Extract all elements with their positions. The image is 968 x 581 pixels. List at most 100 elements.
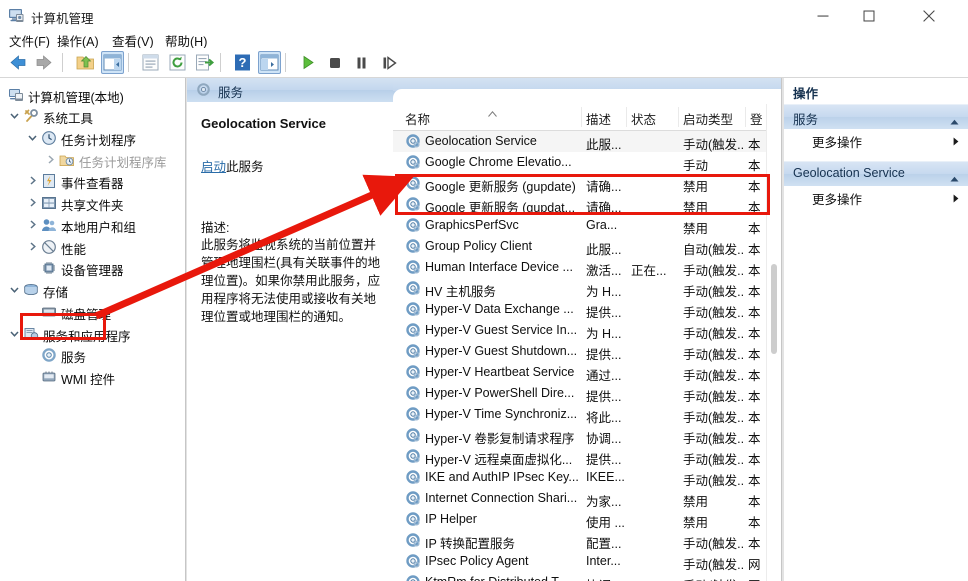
column-header-description[interactable]: 描述	[586, 109, 611, 128]
column-divider[interactable]	[626, 107, 627, 127]
services-rows[interactable]: Geolocation Service此服...手动(触发...本Google …	[393, 131, 781, 581]
show-action-pane-button[interactable]	[258, 51, 281, 74]
service-name-cell: KtmRm for Distributed T...	[425, 575, 589, 581]
chevron-down-icon[interactable]	[8, 283, 21, 296]
service-row[interactable]: IP 转换配置服务配置...手动(触发...本	[393, 530, 781, 551]
service-startup-type-cell: 手动(触发...	[683, 134, 745, 153]
service-row[interactable]: Hyper-V PowerShell Dire...提供...手动(触发...本	[393, 383, 781, 404]
folder-clock-icon	[59, 152, 75, 168]
shared-folder-icon	[41, 195, 57, 211]
service-row[interactable]: IPsec Policy AgentInter...手动(触发...网	[393, 551, 781, 572]
tree-label: 磁盘管理	[61, 304, 111, 323]
chevron-right-icon[interactable]	[26, 196, 39, 209]
maximize-button[interactable]	[846, 0, 892, 31]
users-icon	[41, 217, 57, 233]
description-label: 描述:	[201, 217, 229, 236]
chevron-up-icon[interactable]	[950, 114, 959, 128]
service-name-cell: Hyper-V Time Synchroniz...	[425, 407, 589, 421]
service-row[interactable]: Hyper-V Heartbeat Service通过...手动(触发...本	[393, 362, 781, 383]
export-list-button[interactable]	[193, 51, 216, 74]
service-row[interactable]: Google Chrome Elevatio...手动本	[393, 152, 781, 173]
service-row[interactable]: HV 主机服务为 H...手动(触发...本	[393, 278, 781, 299]
up-folder-button[interactable]	[74, 51, 97, 74]
pause-service-button[interactable]	[350, 51, 373, 74]
close-button[interactable]	[906, 0, 952, 31]
tree-label: 事件查看器	[61, 173, 124, 192]
service-gear-icon	[405, 133, 421, 149]
service-startup-type-cell: 手动(触发...	[683, 554, 745, 573]
clock-icon	[41, 130, 57, 146]
service-row[interactable]: GraphicsPerfSvcGra...禁用本	[393, 215, 781, 236]
actions-more-actions-services[interactable]: 更多操作	[784, 128, 968, 152]
service-startup-type-cell: 禁用	[683, 197, 745, 216]
column-divider[interactable]	[581, 107, 582, 127]
chevron-right-icon[interactable]	[26, 174, 39, 187]
start-service-button[interactable]	[296, 51, 319, 74]
column-divider[interactable]	[678, 107, 679, 127]
service-startup-type-cell: 手动(触发...	[683, 260, 745, 279]
column-divider[interactable]	[745, 107, 746, 127]
help-button[interactable]: ?	[231, 51, 254, 74]
service-startup-type-cell: 手动(触发...	[683, 344, 745, 363]
minimize-button[interactable]	[800, 0, 846, 31]
service-description-cell: 提供...	[586, 449, 628, 468]
forward-button[interactable]	[33, 51, 56, 74]
chevron-down-icon[interactable]	[8, 327, 21, 340]
chevron-right-icon[interactable]	[26, 218, 39, 231]
service-gear-icon	[405, 175, 421, 191]
service-row[interactable]: Hyper-V Time Synchroniz...将此...手动(触发...本	[393, 404, 781, 425]
services-list-scrollbar[interactable]	[766, 104, 782, 581]
description-text: 此服务将监视系统的当前位置并管理地理围栏(具有关联事件的地理位置)。如果你禁用此…	[201, 236, 383, 326]
column-header-name[interactable]: 名称	[405, 109, 430, 128]
chevron-right-icon[interactable]	[26, 240, 39, 253]
service-row[interactable]: Hyper-V Guest Service In...为 H...手动(触发..…	[393, 320, 781, 341]
service-name-cell: IP 转换配置服务	[425, 533, 589, 552]
chevron-down-icon[interactable]	[26, 131, 39, 144]
column-header-status[interactable]: 状态	[631, 109, 656, 128]
back-button[interactable]	[6, 51, 29, 74]
service-description-cell: 此服...	[586, 134, 628, 153]
column-header-logon-as[interactable]: 登	[750, 109, 763, 128]
refresh-button[interactable]	[166, 51, 189, 74]
service-row[interactable]: Hyper-V 卷影复制请求程序协调...手动(触发...本	[393, 425, 781, 446]
service-row[interactable]: Google 更新服务 (gupdate)请确...禁用本	[393, 173, 781, 194]
service-row[interactable]: IP Helper使用 ...禁用本	[393, 509, 781, 530]
service-description-cell: 协调...	[586, 575, 628, 581]
service-row[interactable]: Hyper-V 远程桌面虚拟化...提供...手动(触发...本	[393, 446, 781, 467]
chevron-down-icon[interactable]	[8, 109, 21, 122]
service-description-cell: 为 H...	[586, 281, 628, 300]
service-row[interactable]: KtmRm for Distributed T...协调...手动(触发...网	[393, 572, 781, 581]
computer-management-window: 计算机管理 文件(F) 操作(A) 查看(V) 帮助(H)	[0, 0, 968, 581]
chevron-right-icon[interactable]	[44, 153, 57, 166]
actions-group-services[interactable]: 服务	[784, 104, 968, 129]
chevron-up-icon[interactable]	[950, 171, 959, 185]
system-tools-icon	[23, 108, 39, 124]
stop-service-button[interactable]	[323, 51, 346, 74]
toolbar-separator	[128, 53, 129, 72]
service-description-cell: 提供...	[586, 302, 628, 321]
service-startup-type-cell: 手动(触发...	[683, 470, 745, 489]
service-row[interactable]: Geolocation Service此服...手动(触发...本	[393, 131, 781, 152]
service-row[interactable]: Human Interface Device ...激活...正在...手动(触…	[393, 257, 781, 278]
restart-service-button[interactable]	[377, 51, 400, 74]
scrollbar-thumb[interactable]	[771, 264, 777, 354]
service-name-cell: Google 更新服务 (gupdate)	[425, 176, 589, 195]
show-hide-tree-button[interactable]	[101, 51, 124, 74]
service-description-cell: 请确...	[586, 197, 628, 216]
detail-pane-header: 服务	[187, 78, 393, 102]
service-gear-icon	[405, 511, 421, 527]
column-header-startup-type[interactable]: 启动类型	[683, 109, 733, 128]
toolbar-separator	[62, 53, 63, 72]
service-row[interactable]: Google 更新服务 (gupdat...请确...禁用本	[393, 194, 781, 215]
properties-button[interactable]	[139, 51, 162, 74]
service-row[interactable]: Group Policy Client此服...自动(触发...本	[393, 236, 781, 257]
service-row[interactable]: IKE and AuthIP IPsec Key...IKEE...手动(触发.…	[393, 467, 781, 488]
service-row[interactable]: Hyper-V Data Exchange ...提供...手动(触发...本	[393, 299, 781, 320]
service-row[interactable]: Internet Connection Shari...为家...禁用本	[393, 488, 781, 509]
actions-more-actions-geolocation[interactable]: 更多操作	[784, 185, 968, 209]
actions-group-geolocation-service[interactable]: Geolocation Service	[784, 161, 968, 186]
disk-icon	[41, 304, 57, 320]
start-service-link[interactable]: 启动	[201, 160, 226, 174]
service-row[interactable]: Hyper-V Guest Shutdown...提供...手动(触发...本	[393, 341, 781, 362]
service-gear-icon	[405, 364, 421, 380]
